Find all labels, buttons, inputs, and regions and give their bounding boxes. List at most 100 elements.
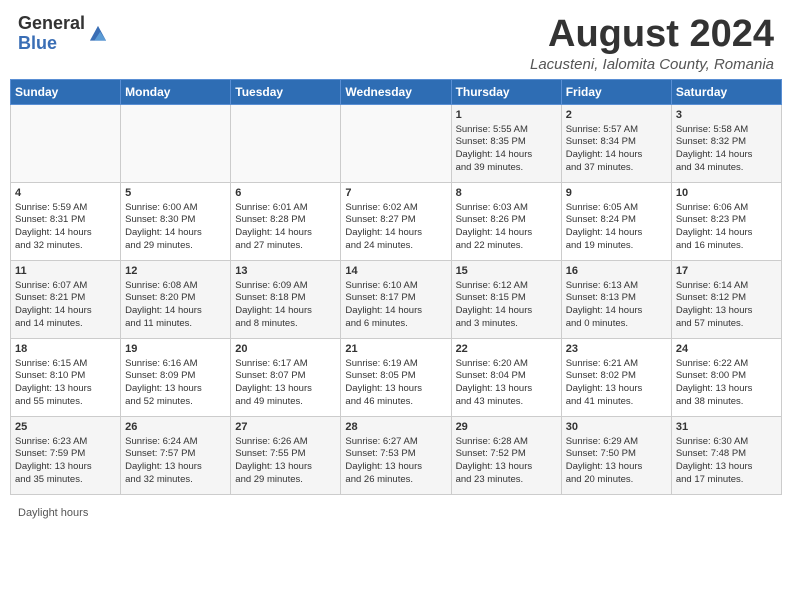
- calendar-week-1: 1Sunrise: 5:55 AMSunset: 8:35 PMDaylight…: [11, 104, 782, 182]
- cell-text: and 24 minutes.: [345, 240, 446, 253]
- cell-text: Sunset: 8:31 PM: [15, 214, 116, 227]
- cell-text: Daylight: 14 hours: [235, 305, 336, 318]
- col-friday: Friday: [561, 79, 671, 104]
- cell-text: Sunrise: 6:29 AM: [566, 436, 667, 449]
- daylight-label: Daylight hours: [18, 507, 88, 519]
- day-number: 22: [456, 342, 557, 357]
- cell-text: Sunrise: 6:02 AM: [345, 202, 446, 215]
- day-number: 1: [456, 108, 557, 123]
- day-number: 30: [566, 420, 667, 435]
- title-area: August 2024 Lacusteni, Ialomita County, …: [530, 14, 774, 73]
- calendar-cell: 4Sunrise: 5:59 AMSunset: 8:31 PMDaylight…: [11, 182, 121, 260]
- day-number: 10: [676, 186, 777, 201]
- cell-text: Sunset: 8:10 PM: [15, 370, 116, 383]
- cell-text: Daylight: 13 hours: [15, 461, 116, 474]
- day-number: 16: [566, 264, 667, 279]
- cell-text: and 29 minutes.: [235, 474, 336, 487]
- calendar-cell: 13Sunrise: 6:09 AMSunset: 8:18 PMDayligh…: [231, 260, 341, 338]
- header: General Blue August 2024 Lacusteni, Ialo…: [0, 0, 792, 79]
- day-number: 7: [345, 186, 446, 201]
- calendar-cell: 9Sunrise: 6:05 AMSunset: 8:24 PMDaylight…: [561, 182, 671, 260]
- cell-text: Sunset: 8:28 PM: [235, 214, 336, 227]
- cell-text: Daylight: 13 hours: [456, 461, 557, 474]
- cell-text: Sunrise: 6:07 AM: [15, 280, 116, 293]
- col-saturday: Saturday: [671, 79, 781, 104]
- cell-text: Sunrise: 6:06 AM: [676, 202, 777, 215]
- cell-text: Sunrise: 6:17 AM: [235, 358, 336, 371]
- calendar-table: Sunday Monday Tuesday Wednesday Thursday…: [10, 79, 782, 495]
- cell-text: Sunrise: 6:23 AM: [15, 436, 116, 449]
- cell-text: Sunset: 8:07 PM: [235, 370, 336, 383]
- cell-text: and 16 minutes.: [676, 240, 777, 253]
- day-number: 6: [235, 186, 336, 201]
- calendar-cell: 30Sunrise: 6:29 AMSunset: 7:50 PMDayligh…: [561, 416, 671, 494]
- calendar-cell: 2Sunrise: 5:57 AMSunset: 8:34 PMDaylight…: [561, 104, 671, 182]
- month-title: August 2024: [530, 14, 774, 56]
- cell-text: Sunset: 7:57 PM: [125, 448, 226, 461]
- footer-note: Daylight hours: [0, 503, 792, 523]
- cell-text: and 46 minutes.: [345, 396, 446, 409]
- cell-text: Sunrise: 6:15 AM: [15, 358, 116, 371]
- calendar-week-5: 25Sunrise: 6:23 AMSunset: 7:59 PMDayligh…: [11, 416, 782, 494]
- calendar-cell: 19Sunrise: 6:16 AMSunset: 8:09 PMDayligh…: [121, 338, 231, 416]
- cell-text: Daylight: 14 hours: [235, 227, 336, 240]
- calendar-cell: 24Sunrise: 6:22 AMSunset: 8:00 PMDayligh…: [671, 338, 781, 416]
- cell-text: Sunrise: 5:57 AM: [566, 124, 667, 137]
- day-number: 4: [15, 186, 116, 201]
- day-number: 29: [456, 420, 557, 435]
- day-number: 8: [456, 186, 557, 201]
- cell-text: Sunset: 8:12 PM: [676, 292, 777, 305]
- calendar-cell: 18Sunrise: 6:15 AMSunset: 8:10 PMDayligh…: [11, 338, 121, 416]
- cell-text: Daylight: 13 hours: [566, 461, 667, 474]
- col-tuesday: Tuesday: [231, 79, 341, 104]
- cell-text: Sunrise: 6:22 AM: [676, 358, 777, 371]
- day-number: 23: [566, 342, 667, 357]
- cell-text: and 49 minutes.: [235, 396, 336, 409]
- day-number: 11: [15, 264, 116, 279]
- cell-text: Sunrise: 6:27 AM: [345, 436, 446, 449]
- calendar-cell: 3Sunrise: 5:58 AMSunset: 8:32 PMDaylight…: [671, 104, 781, 182]
- cell-text: Sunset: 8:35 PM: [456, 136, 557, 149]
- cell-text: Daylight: 13 hours: [676, 305, 777, 318]
- day-number: 18: [15, 342, 116, 357]
- calendar-cell: 14Sunrise: 6:10 AMSunset: 8:17 PMDayligh…: [341, 260, 451, 338]
- cell-text: Sunset: 8:23 PM: [676, 214, 777, 227]
- cell-text: Sunset: 7:59 PM: [15, 448, 116, 461]
- cell-text: Sunrise: 6:19 AM: [345, 358, 446, 371]
- cell-text: Sunset: 8:05 PM: [345, 370, 446, 383]
- calendar-week-2: 4Sunrise: 5:59 AMSunset: 8:31 PMDaylight…: [11, 182, 782, 260]
- cell-text: Sunset: 8:18 PM: [235, 292, 336, 305]
- cell-text: Daylight: 14 hours: [676, 227, 777, 240]
- day-number: 14: [345, 264, 446, 279]
- cell-text: Sunrise: 6:21 AM: [566, 358, 667, 371]
- cell-text: Daylight: 13 hours: [345, 383, 446, 396]
- cell-text: Sunset: 7:55 PM: [235, 448, 336, 461]
- logo-text: General Blue: [18, 14, 85, 54]
- calendar-week-4: 18Sunrise: 6:15 AMSunset: 8:10 PM Dayligh…: [11, 338, 782, 416]
- cell-text: Sunrise: 6:28 AM: [456, 436, 557, 449]
- cell-text: Sunset: 8:26 PM: [456, 214, 557, 227]
- cell-text: and 39 minutes.: [456, 162, 557, 175]
- cell-text: Daylight: 14 hours: [566, 227, 667, 240]
- cell-text: Daylight: 13 hours: [676, 461, 777, 474]
- day-number: 20: [235, 342, 336, 357]
- calendar-cell: 17Sunrise: 6:14 AMSunset: 8:12 PMDayligh…: [671, 260, 781, 338]
- cell-text: Sunrise: 6:10 AM: [345, 280, 446, 293]
- calendar-cell: [231, 104, 341, 182]
- cell-text: Daylight: 14 hours: [125, 227, 226, 240]
- cell-text: Daylight: 13 hours: [676, 383, 777, 396]
- cell-text: Sunrise: 6:08 AM: [125, 280, 226, 293]
- col-wednesday: Wednesday: [341, 79, 451, 104]
- cell-text: and 32 minutes.: [125, 474, 226, 487]
- logo-general: General: [18, 14, 85, 34]
- calendar-cell: 31Sunrise: 6:30 AMSunset: 7:48 PMDayligh…: [671, 416, 781, 494]
- day-number: 12: [125, 264, 226, 279]
- cell-text: Daylight: 14 hours: [676, 149, 777, 162]
- header-row: Sunday Monday Tuesday Wednesday Thursday…: [11, 79, 782, 104]
- calendar-cell: 20Sunrise: 6:17 AMSunset: 8:07 PMDayligh…: [231, 338, 341, 416]
- cell-text: Sunset: 7:52 PM: [456, 448, 557, 461]
- calendar-cell: 11Sunrise: 6:07 AMSunset: 8:21 PMDayligh…: [11, 260, 121, 338]
- cell-text: Sunset: 8:32 PM: [676, 136, 777, 149]
- calendar-cell: [11, 104, 121, 182]
- cell-text: Sunrise: 6:20 AM: [456, 358, 557, 371]
